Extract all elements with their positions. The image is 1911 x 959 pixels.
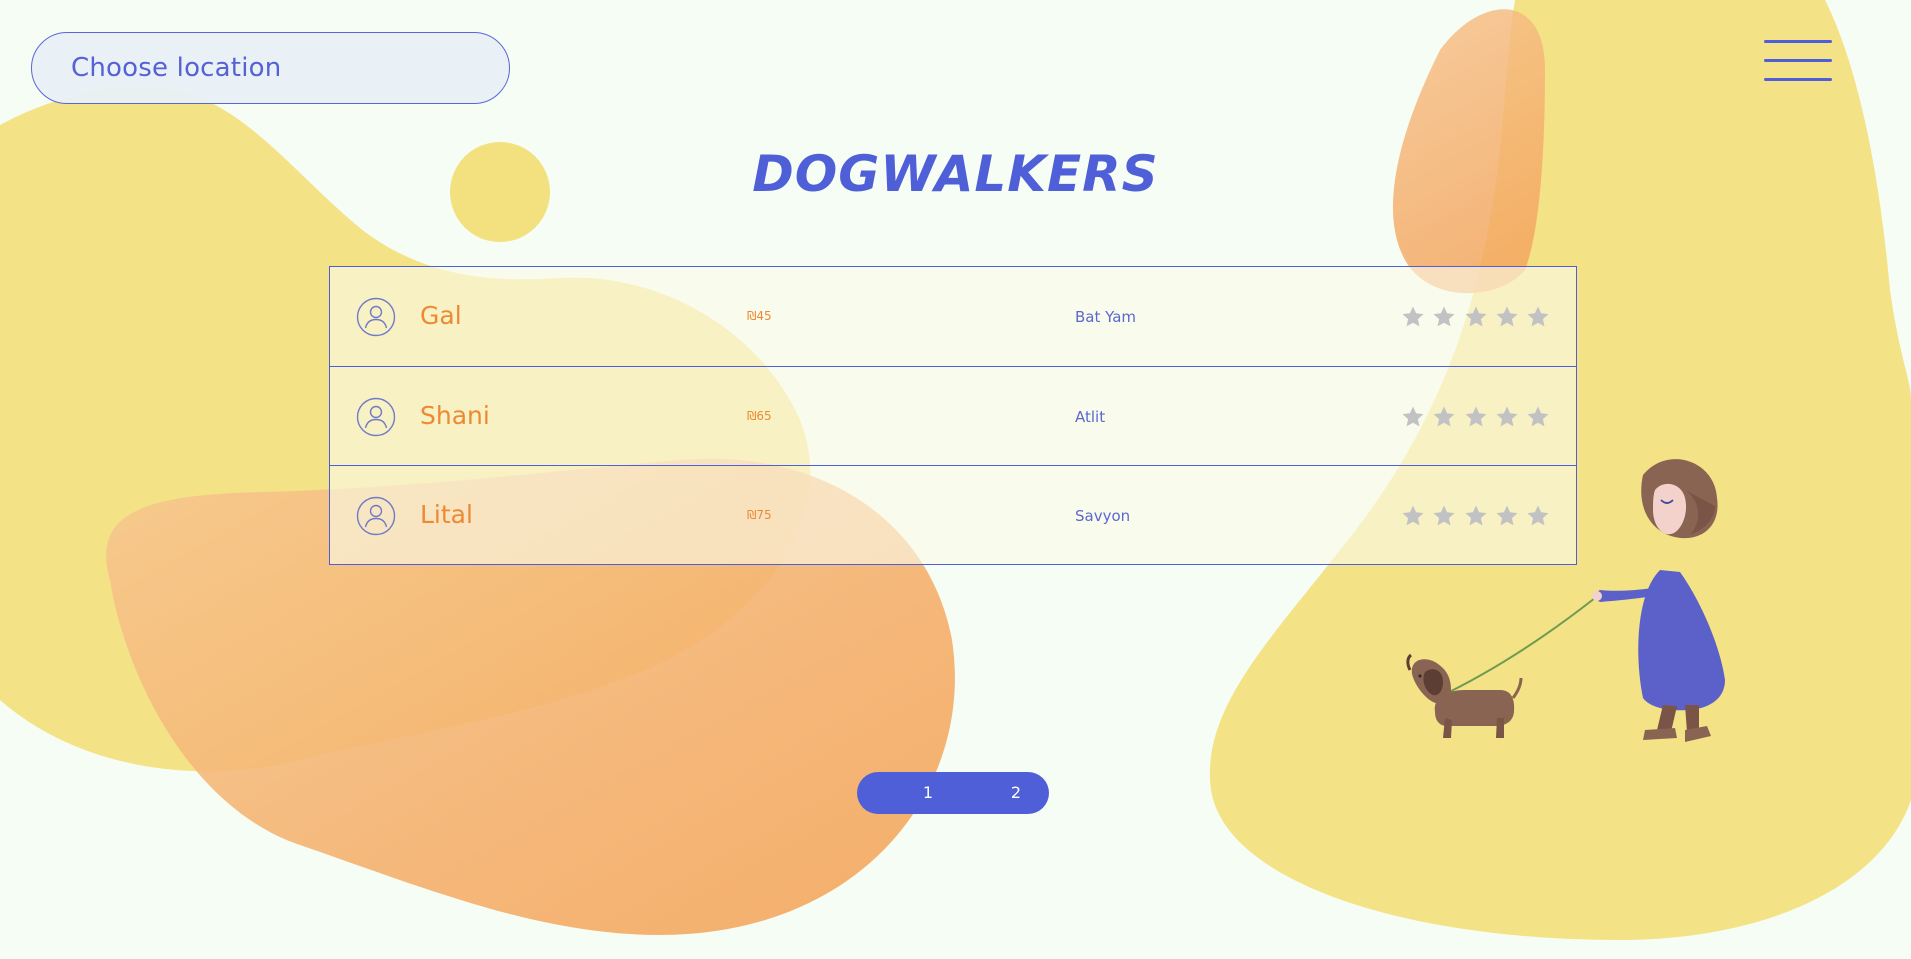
walker-price: ₪65 [747, 409, 772, 423]
page-title: DOGWALKERS [752, 145, 1159, 203]
walker-name: Shani [420, 401, 490, 430]
star-icon[interactable] [1401, 405, 1425, 429]
user-avatar-icon [356, 496, 396, 536]
hamburger-menu-button[interactable] [1764, 38, 1834, 84]
star-icon[interactable] [1526, 405, 1550, 429]
star-icon[interactable] [1495, 405, 1519, 429]
star-icon[interactable] [1432, 305, 1456, 329]
star-icon[interactable] [1464, 405, 1488, 429]
leash [1438, 597, 1596, 698]
menu-line-middle [1764, 59, 1832, 62]
walker-name: Lital [420, 500, 473, 529]
star-icon[interactable] [1432, 405, 1456, 429]
walker-location: Bat Yam [1075, 308, 1137, 326]
star-icon[interactable] [1401, 305, 1425, 329]
page-1-button[interactable]: 1 [908, 772, 948, 814]
walker-location: Atlit [1075, 408, 1106, 426]
page-2-button[interactable]: 2 [996, 772, 1036, 814]
walker-price: ₪45 [747, 309, 772, 323]
location-select[interactable]: Choose location [31, 32, 510, 104]
menu-line-top [1764, 40, 1832, 43]
dog [1406, 653, 1523, 738]
star-rating [1401, 305, 1561, 329]
star-rating [1401, 405, 1561, 429]
walker-name: Gal [420, 301, 462, 330]
star-icon[interactable] [1526, 305, 1550, 329]
walker-location: Savyon [1075, 507, 1131, 525]
user-avatar-icon [356, 397, 396, 437]
girl-walking-dog-illustration [1406, 459, 1725, 742]
girl [1592, 459, 1725, 742]
user-avatar-icon [356, 297, 396, 337]
star-icon[interactable] [1495, 305, 1519, 329]
star-icon[interactable] [1464, 305, 1488, 329]
walker-price: ₪75 [747, 508, 772, 522]
location-select-label: Choose location [71, 53, 282, 83]
walker-row[interactable]: Gal ₪45 Bat Yam [330, 267, 1576, 366]
menu-line-bottom [1764, 78, 1832, 81]
pagination: 1 2 [857, 772, 1049, 814]
